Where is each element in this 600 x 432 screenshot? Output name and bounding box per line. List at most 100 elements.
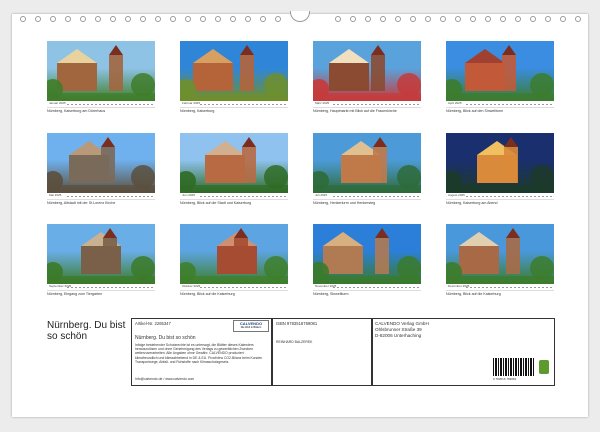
month-thumbnail: Februar 2025 Nürnberg, Kaiserburg (180, 41, 288, 113)
calvendo-logo: CALVENDO Die Welt in Bildern (233, 320, 269, 332)
month-calendar-strip: Januar 2025 (47, 101, 155, 108)
month-thumbnail: Dezember 2025 Nürnberg, Blick auf die Kai… (446, 224, 554, 296)
product-info-footer: Nürnberg. Du bist so schön Artikel-Nr. 2… (47, 318, 555, 386)
day-strip (67, 287, 153, 288)
month-calendar-strip: September 2025 (47, 284, 155, 291)
month-thumbnail: Juli 2025 Nürnberg, Henkerturm und Henker… (313, 133, 421, 205)
legal-text: Infolge bestehender Schutzrechte ist es … (135, 343, 263, 364)
publisher-city: D-82006 Unterhaching (375, 333, 422, 338)
thumbnail-caption: Nürnberg, Blick auf die Stadt und Kaiser… (180, 201, 252, 205)
barcode (493, 358, 535, 376)
thumbnail-photo (313, 41, 421, 101)
binding-ring (470, 16, 476, 22)
thumbnail-photo (47, 224, 155, 284)
thumbnail-photo (47, 133, 155, 193)
binding-ring (80, 16, 86, 22)
thumbnail-caption: Nürnberg, Kaiserburg (180, 109, 215, 113)
day-strip (67, 196, 153, 197)
month-label: Mai 2025 (49, 193, 62, 197)
binding-ring (455, 16, 461, 22)
isbn-box (271, 318, 373, 386)
month-thumbnail: Oktober 2025 Nürnberg, Blick auf die Kais… (180, 224, 288, 296)
day-strip (200, 287, 286, 288)
thumbnail-caption: Nürnberg, Sinwellturm (313, 292, 349, 296)
binding-ring (170, 16, 176, 22)
thumbnail-caption: Nürnberg, Eingang zum Tiergarten (47, 292, 103, 296)
binding-ring (425, 16, 431, 22)
thumbnail-photo (446, 224, 554, 284)
month-thumbnail: August 2025 Nürnberg, Kaiserburg am Abend (446, 133, 554, 205)
month-calendar-strip: Juni 2025 (180, 193, 288, 200)
thumbnail-photo (446, 41, 554, 101)
binding-ring (440, 16, 446, 22)
binding-ring (200, 16, 206, 22)
logo-subtitle: Die Welt in Bildern (240, 326, 262, 329)
day-strip (333, 104, 419, 105)
month-label: Januar 2025 (49, 101, 66, 105)
month-calendar-strip: Juli 2025 (313, 193, 421, 200)
author: REINHARD BALZEREK (276, 340, 313, 344)
binding-ring (335, 16, 341, 22)
thumbnail-photo (313, 224, 421, 284)
month-thumbnail: November 2025 Nürnberg, Sinwellturm (313, 224, 421, 296)
binding-ring (50, 16, 56, 22)
thumbnail-photo (180, 41, 288, 101)
binding-ring (560, 16, 566, 22)
month-thumbnail: September 2025 Nürnberg, Eingang zum Tier… (47, 224, 155, 296)
month-calendar-strip: Dezember 2025 (446, 284, 554, 291)
month-label: Juli 2025 (315, 193, 328, 197)
month-thumbnail: Januar 2025 Nürnberg, Kaiserburg am Dürer… (47, 41, 155, 113)
binding-ring (215, 16, 221, 22)
month-label: August 2025 (448, 193, 465, 197)
binding-ring (575, 16, 581, 22)
thumbnail-photo (313, 133, 421, 193)
month-calendar-strip: November 2025 (313, 284, 421, 291)
article-number: Artikel-Nr. 2265347 (135, 321, 171, 326)
binding-ring (245, 16, 251, 22)
month-calendar-strip: Februar 2025 (180, 101, 288, 108)
binding-ring (140, 16, 146, 22)
binding-ring (260, 16, 266, 22)
binding-ring (20, 16, 26, 22)
binding-ring (110, 16, 116, 22)
fsc-icon (539, 360, 549, 374)
month-thumbnail: März 2025 Nürnberg, Hauptmarkt mit Blick … (313, 41, 421, 113)
day-strip (466, 196, 552, 197)
thumbnail-caption: Nürnberg, Blick auf den Sinwellturm (446, 109, 504, 113)
thumbnail-caption: Nürnberg, Kaiserburg am Abend (446, 201, 498, 205)
day-strip (200, 104, 286, 105)
calendar-title: Nürnberg. Du bist so schön (47, 320, 126, 342)
month-label: März 2025 (315, 101, 330, 105)
thumbnail-caption: Nürnberg, Kaiserburg am Dürerhaus (47, 109, 106, 113)
day-strip (333, 196, 419, 197)
binding-ring (410, 16, 416, 22)
binding-ring (155, 16, 161, 22)
barcode-number: 9 783516 769081 (493, 377, 517, 381)
subtitle: Nürnberg. Du bist so schön (135, 335, 196, 341)
binding-ring (125, 16, 131, 22)
day-strip (466, 287, 552, 288)
month-label: Oktober 2025 (182, 284, 201, 288)
binding-ring (230, 16, 236, 22)
month-thumbnail: April 2025 Nürnberg, Blick auf den Sinwel… (446, 41, 554, 113)
thumbnail-photo (180, 133, 288, 193)
publisher-name: CALVENDO Verlag GmbH (375, 321, 429, 326)
binding-ring (395, 16, 401, 22)
binding-ring (95, 16, 101, 22)
binding-ring (500, 16, 506, 22)
thumbnail-caption: Nürnberg, Henkerturm und Henkersteg (313, 201, 376, 205)
binding-ring (35, 16, 41, 22)
month-calendar-strip: April 2025 (446, 101, 554, 108)
day-strip (200, 196, 286, 197)
binding-ring (365, 16, 371, 22)
binding-ring (515, 16, 521, 22)
publisher-street: Ohlsbrunner Straße 39 (375, 327, 422, 332)
thumbnail-caption: Nürnberg, Blick auf die Kaiserburg (446, 292, 501, 296)
thumbnail-caption: Nürnberg, Altstadt mit der St.Lorenz Kir… (47, 201, 116, 205)
month-label: April 2025 (448, 101, 462, 105)
thumbnail-caption: Nürnberg, Hauptmarkt mit Blick auf die F… (313, 109, 397, 113)
thumbnail-photo (446, 133, 554, 193)
month-calendar-strip: August 2025 (446, 193, 554, 200)
contact-line: Info@calvendo.de / www.calvendo.com (135, 377, 195, 381)
month-label: Juni 2025 (182, 193, 196, 197)
